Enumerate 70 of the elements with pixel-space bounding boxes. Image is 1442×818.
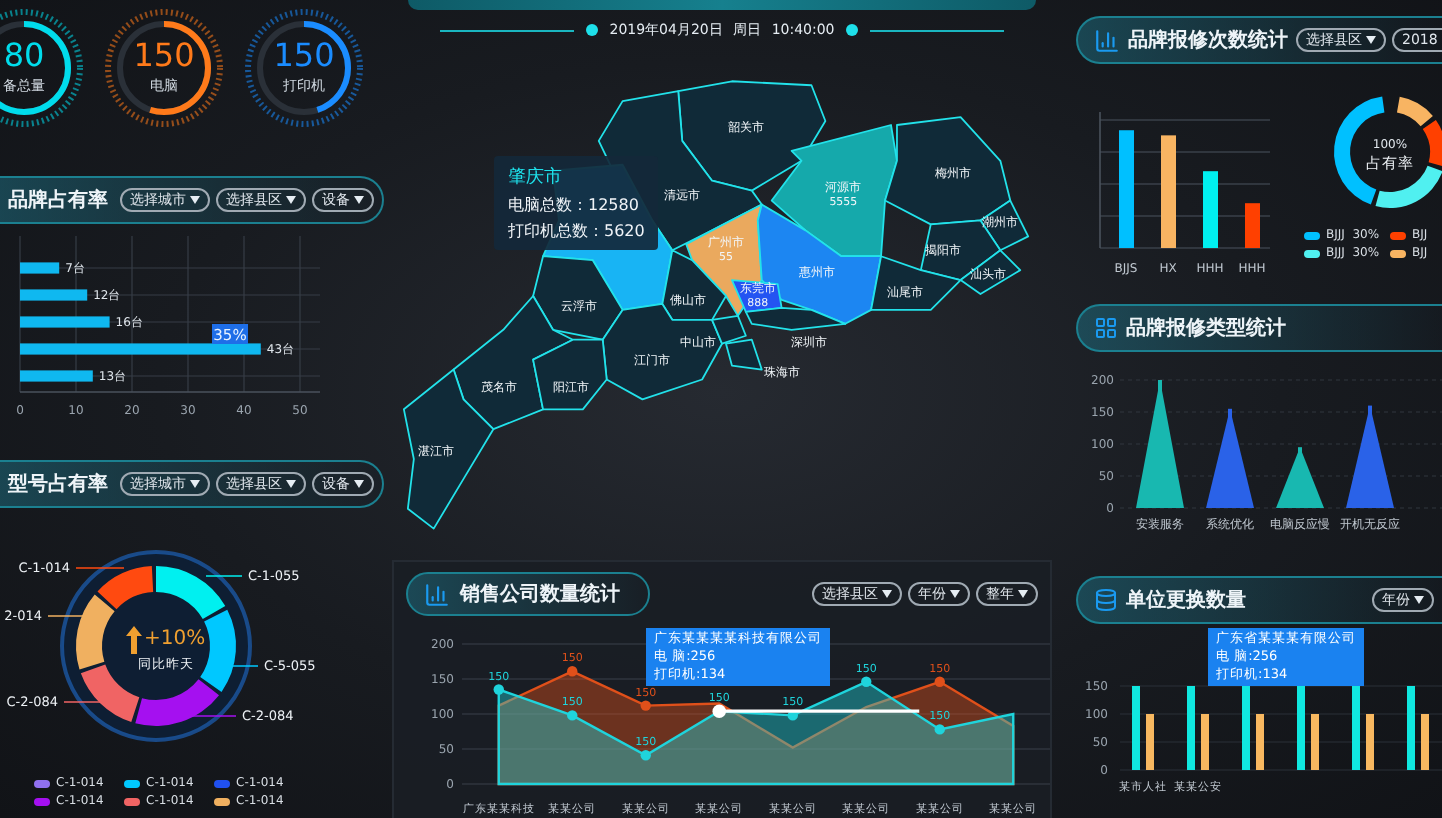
caret-icon [354, 195, 364, 204]
panel-title: 品牌报修类型统计 [1126, 315, 1286, 342]
grid-icon [1094, 316, 1118, 340]
leader-line [189, 715, 237, 717]
data-point [567, 710, 578, 721]
bar [1132, 686, 1140, 770]
leader-line [205, 575, 243, 577]
caret-icon [286, 479, 296, 488]
bar [20, 289, 88, 301]
tooltip-title: 肇庆市 [508, 165, 564, 190]
caret-icon [286, 195, 296, 204]
tooltip-line: 打印机总数：5620 [508, 220, 645, 242]
map-region[interactable] [770, 124, 898, 258]
data-point [640, 700, 651, 711]
bar [1201, 714, 1209, 770]
leader-line [75, 567, 125, 569]
data-point [934, 724, 945, 735]
gauge-ring [105, 9, 223, 127]
gauge-value: 150 [133, 40, 195, 72]
bar-chart-icon [1094, 27, 1120, 53]
panel-title: 销售公司数量统计 [460, 581, 620, 608]
panel-title: 单位更换数量 [1126, 587, 1246, 614]
caret-icon [190, 479, 200, 488]
bar [20, 262, 60, 274]
data-point [493, 684, 504, 695]
bar [1256, 714, 1264, 770]
panel-title: 品牌占有率 [8, 186, 108, 214]
bar [1187, 686, 1195, 770]
data-point [640, 750, 651, 761]
bar [1352, 686, 1360, 770]
caret-icon [190, 195, 200, 204]
bar [1311, 714, 1319, 770]
arrow-up-icon [126, 626, 142, 654]
bar [1366, 714, 1374, 770]
gauge-value: 150 [273, 40, 335, 72]
caret-icon [950, 589, 960, 598]
caret-icon [1414, 595, 1424, 604]
change-value: +10% [144, 628, 206, 650]
caret-icon [1018, 589, 1028, 598]
data-point [934, 676, 945, 687]
leader-line [63, 701, 105, 703]
map-region[interactable] [532, 338, 608, 411]
caret-icon [354, 479, 364, 488]
bar [1421, 714, 1429, 770]
tooltip-line: 电脑总数：12580 [508, 194, 641, 216]
dot-icon [846, 24, 859, 36]
data-point [567, 666, 578, 677]
panel-title: 型号占有率 [8, 470, 108, 498]
bar [1146, 714, 1154, 770]
map-region[interactable] [532, 255, 624, 341]
bar [20, 370, 93, 382]
bar [20, 316, 110, 328]
map-region[interactable] [959, 249, 1022, 295]
bar [1407, 686, 1415, 770]
bar [1242, 686, 1250, 770]
database-icon [1094, 588, 1118, 612]
data-point [861, 676, 872, 687]
dot-icon [585, 24, 598, 36]
caret-icon [882, 589, 892, 598]
map-region[interactable] [725, 338, 763, 371]
leader-line [47, 615, 85, 617]
map-region[interactable] [870, 255, 962, 311]
panel-title: 品牌报修次数统计 [1128, 27, 1288, 54]
map-region[interactable] [403, 368, 495, 530]
bar [1297, 686, 1305, 770]
gauge-ring [245, 9, 363, 127]
data-point [787, 710, 798, 721]
caret-icon [1366, 35, 1376, 44]
map-region[interactable] [677, 80, 827, 192]
bar-chart-icon [424, 581, 450, 607]
